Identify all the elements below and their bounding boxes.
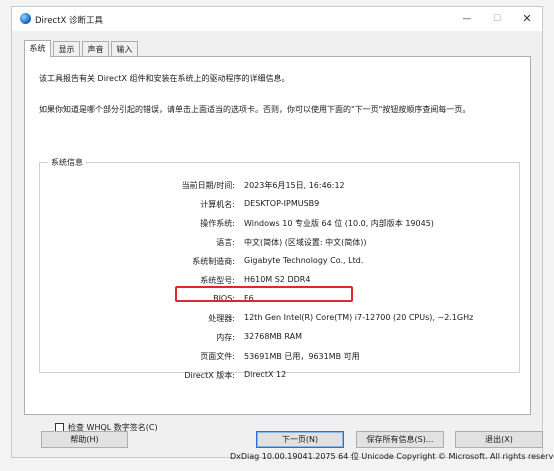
tab-system[interactable]: 系统 [24, 40, 51, 57]
system-tab-panel: 该工具报告有关 DirectX 组件和安装在系统上的驱动程序的详细信息。 如果你… [24, 56, 554, 461]
tab-display[interactable]: 显示 [53, 41, 80, 56]
info-row-os: 操作系统: Windows 10 专业版 64 位 (10.0, 内部版本 19… [40, 218, 519, 230]
tab-input[interactable]: 输入 [111, 41, 138, 56]
info-label: 页面文件: [200, 352, 235, 361]
info-label: 内存: [216, 333, 235, 342]
info-value: 53691MB 已用，9631MB 可用 [244, 352, 360, 361]
window-title: DirectX 诊断工具 [35, 16, 103, 26]
exit-button[interactable]: 退出(X) [455, 431, 543, 448]
info-label: 处理器: [208, 314, 235, 323]
tab-sound[interactable]: 声音 [82, 41, 109, 56]
info-label: 语言: [216, 238, 235, 247]
info-label: DirectX 版本: [184, 371, 235, 380]
info-value: H610M S2 DDR4 [244, 275, 311, 284]
manufacturer-highlight-box [175, 286, 353, 302]
info-value: DESKTOP-IPMUSB9 [244, 199, 320, 208]
info-row-computer-name: 计算机名: DESKTOP-IPMUSB9 [40, 199, 519, 211]
maximize-button[interactable]: ☐ [487, 11, 507, 27]
info-row-language: 语言: 中文(简体) (区域设置: 中文(简体)) [40, 237, 519, 249]
info-value: 12th Gen Intel(R) Core(TM) i7-12700 (20 … [244, 313, 474, 322]
intro-text-1: 该工具报告有关 DirectX 组件和安装在系统上的驱动程序的详细信息。 [39, 74, 290, 83]
version-copyright: DxDiag 10.00.19041.2075 64 位 Unicode Cop… [230, 452, 554, 461]
info-row-memory: 内存: 32768MB RAM [40, 332, 519, 344]
info-value: 2023年6月15日, 16:46:12 [244, 181, 345, 190]
info-label: 计算机名: [200, 200, 235, 209]
next-page-button[interactable]: 下一页(N) [256, 431, 344, 448]
title-bar: DirectX 诊断工具 — ☐ ✕ [12, 7, 542, 31]
directx-app-icon [20, 13, 31, 24]
info-value: 32768MB RAM [244, 332, 302, 341]
close-button[interactable]: ✕ [517, 11, 537, 27]
info-value: 中文(简体) (区域设置: 中文(简体)) [244, 238, 367, 247]
info-value: DirectX 12 [244, 370, 287, 379]
system-info-group: 系统信息 当前日期/时间: 2023年6月15日, 16:46:12 计算机名:… [39, 157, 520, 380]
info-label: 系统制造商: [192, 257, 235, 266]
minimize-button[interactable]: — [457, 11, 477, 27]
dxdiag-window: DirectX 诊断工具 — ☐ ✕ 系统 显示 声音 输入 该工具报告有关 D… [11, 6, 554, 461]
system-info-title: 系统信息 [48, 157, 86, 168]
info-value: Gigabyte Technology Co., Ltd. [244, 256, 364, 265]
info-label: 当前日期/时间: [181, 181, 235, 190]
intro-text-2: 如果你知道是哪个部分引起的错误，请单击上面适当的选项卡。否则，你可以使用下面的"… [39, 105, 471, 114]
info-label: 系统型号: [200, 276, 235, 285]
info-row-datetime: 当前日期/时间: 2023年6月15日, 16:46:12 [40, 180, 519, 192]
info-row-directx-version: DirectX 版本: DirectX 12 [40, 370, 519, 382]
save-all-info-button[interactable]: 保存所有信息(S)... [356, 431, 444, 448]
info-label: 操作系统: [200, 219, 235, 228]
info-row-pagefile: 页面文件: 53691MB 已用，9631MB 可用 [40, 351, 519, 363]
info-value: Windows 10 专业版 64 位 (10.0, 内部版本 19045) [244, 219, 434, 228]
info-row-manufacturer: 系统制造商: Gigabyte Technology Co., Ltd. [40, 256, 519, 268]
info-row-processor: 处理器: 12th Gen Intel(R) Core(TM) i7-12700… [40, 313, 519, 325]
help-button[interactable]: 帮助(H) [41, 431, 128, 448]
